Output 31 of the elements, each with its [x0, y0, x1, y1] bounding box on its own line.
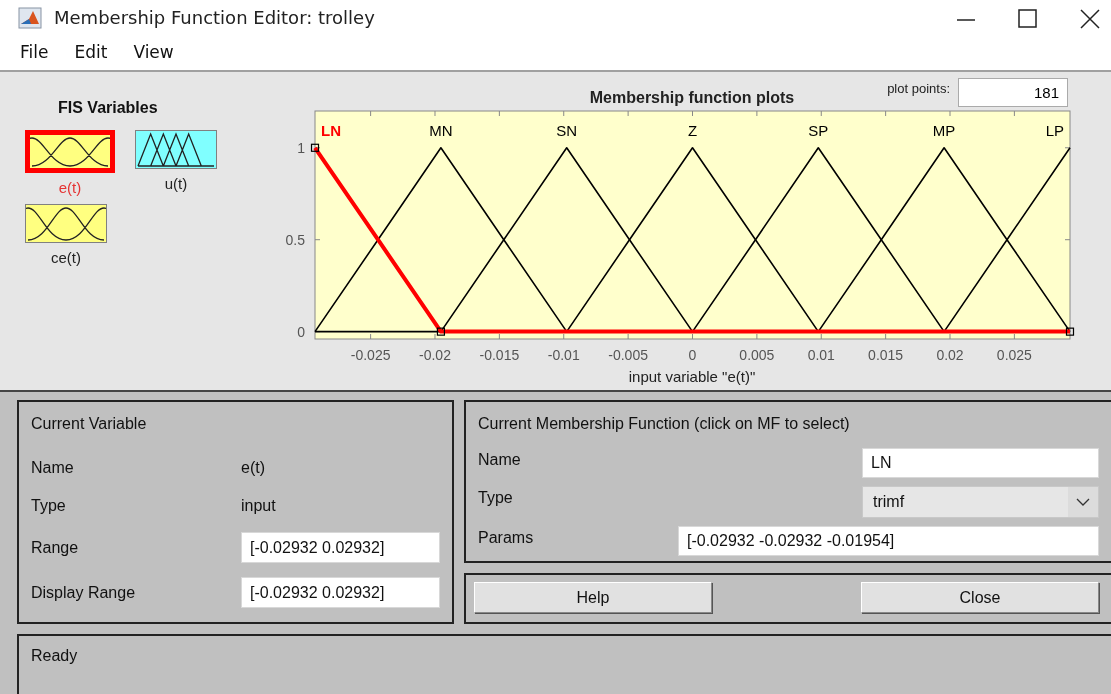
x-tick-label: -0.005: [608, 347, 648, 363]
field-label: Params: [478, 528, 535, 548]
x-tick-label: -0.01: [547, 347, 580, 363]
x-axis-label: input variable "e(t)": [628, 368, 756, 385]
x-tick-label: -0.02: [419, 347, 451, 363]
field-value: input: [241, 496, 277, 516]
window-title: Membership Function Editor: trolley: [54, 6, 375, 30]
x-tick-label: 0.02: [936, 347, 964, 363]
x-tick-label: -0.015: [479, 347, 520, 363]
x-tick-label: 0: [688, 347, 697, 363]
x-tick-label: 0.025: [996, 347, 1032, 363]
field-label: Display Range: [31, 582, 137, 603]
y-tick-label: 0.5: [285, 231, 305, 248]
field-label: plot points:: [887, 80, 950, 98]
field-label: Name: [31, 458, 75, 478]
panel-title: FIS Variables: [58, 98, 159, 118]
y-tick-label: 1: [297, 139, 305, 156]
panel-title: Current Variable: [31, 414, 148, 434]
field-value: e(t): [241, 458, 266, 478]
panel-title: Current Membership Function (click on MF to select): [478, 414, 851, 434]
status-text: Ready: [31, 647, 78, 664]
y-tick-label: 0: [297, 323, 305, 340]
field-label: Type: [31, 496, 67, 516]
field-label: Range: [31, 537, 80, 558]
field-label: Type: [478, 488, 514, 508]
x-tick-label: -0.025: [350, 347, 391, 363]
x-tick-label: 0.015: [868, 347, 904, 363]
x-tick-label: 0.01: [807, 347, 835, 363]
x-tick-label: 0.005: [739, 347, 775, 363]
field-label: Name: [478, 450, 522, 470]
chart-title: Membership function plots: [589, 89, 795, 106]
